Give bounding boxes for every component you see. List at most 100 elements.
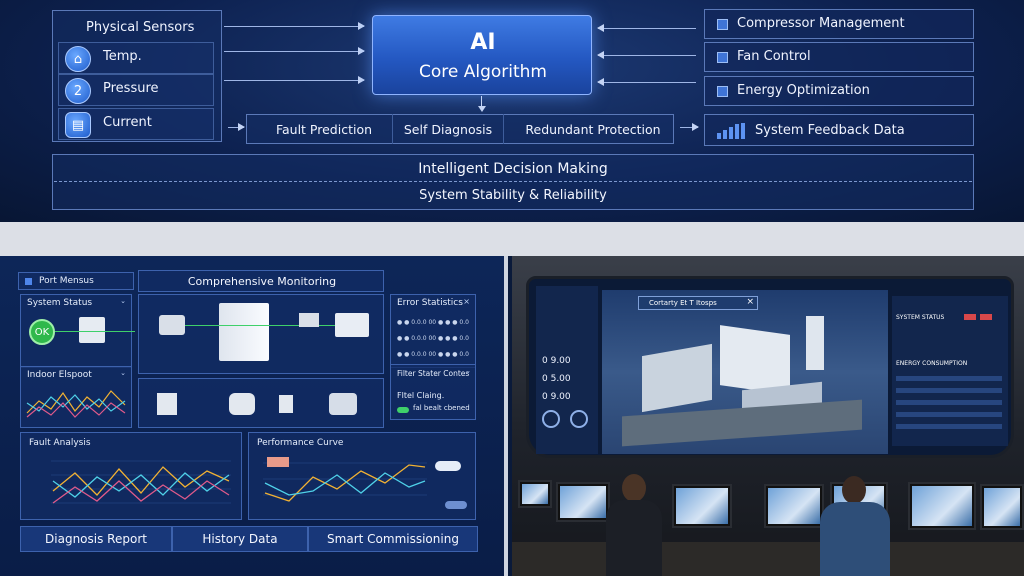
arrow-left-icon [597, 24, 696, 32]
wall-number: 0 9.00 [542, 392, 571, 402]
wall-left-panel: 0 9.00 0 5.00 0 9.00 [536, 286, 598, 454]
indoor-line-chart [26, 390, 126, 418]
status-ok-badge: OK [29, 319, 55, 345]
data-row [896, 400, 1002, 405]
status-red-indicator [980, 314, 992, 320]
ai-core-title: AI [470, 30, 496, 55]
unit-icon [229, 393, 255, 415]
building-block [720, 325, 790, 395]
close-icon[interactable]: × [746, 297, 754, 307]
chevron-down-icon[interactable]: ⌄ [120, 369, 126, 377]
performance-curve-chart [263, 457, 427, 502]
square-bullet-icon [717, 52, 728, 63]
energy-optimization-label: Energy Optimization [737, 83, 870, 98]
performance-curve-card: Performance Curve [248, 432, 476, 520]
filter-cleaning-text: Fltel Claing. [397, 391, 445, 400]
fault-analysis-title: Fault Analysis [29, 438, 91, 448]
sensor-current-label: Current [103, 115, 152, 130]
arrow-right-icon [224, 22, 365, 30]
wall-right-panel: SYSTEM STATUS ENERGY CONSUMPTION [892, 296, 1008, 446]
toggle-icon[interactable] [397, 407, 409, 413]
data-row [896, 376, 1002, 381]
tab-smart-commissioning[interactable]: Smart Commissioning [308, 526, 478, 552]
filter-button[interactable]: fal bealt cbened [413, 404, 470, 412]
bar-chart-icon [717, 123, 745, 139]
square-bullet-icon [717, 86, 728, 97]
number-two-icon: 2 [65, 78, 91, 104]
intelligent-decision-label: Intelligent Decision Making [418, 161, 608, 177]
menu-label: Port Mensus [39, 276, 94, 286]
system-status-title: System Status [27, 298, 93, 308]
operator-right [820, 476, 890, 576]
status-red-indicator [964, 314, 976, 320]
flow-line [169, 325, 359, 326]
tab-diagnosis-report[interactable]: Diagnosis Report [20, 526, 172, 552]
valve-icon [299, 313, 319, 327]
legend-pill[interactable] [435, 461, 461, 471]
chevron-down-icon[interactable]: ⌄ [465, 367, 471, 375]
sensor-current: ▤ Current [58, 108, 214, 140]
system-feedback-data-box: System Feedback Data [704, 114, 974, 146]
compressor-management-label: Compressor Management [737, 16, 905, 31]
home-icon: ⌂ [65, 46, 91, 72]
output-fan-control: Fan Control [704, 42, 974, 72]
facility-3d-view: Cortarty Et T Itosps × [602, 290, 888, 454]
output-compressor-management: Compressor Management [704, 9, 974, 39]
ai-core-algorithm-box: AI Core Algorithm [372, 15, 592, 95]
building-block [642, 343, 712, 413]
ai-architecture-diagram: Physical Sensors ⌂ Temp. 2 Pressure ▤ Cu… [0, 0, 1024, 222]
control-room-photo: 0 9.00 0 5.00 0 9.00 Cortarty Et T Itosp… [512, 256, 1024, 576]
compressor-icon [159, 315, 185, 335]
unit-icon [279, 395, 293, 413]
components-card [138, 378, 384, 428]
fan-control-label: Fan Control [737, 49, 811, 64]
menu-button[interactable]: Port Mensus [18, 272, 134, 290]
fault-prediction-label: Fault Prediction [275, 121, 373, 137]
error-statistics-title: Error Statistics [397, 298, 463, 308]
physical-sensors-title: Physical Sensors [86, 20, 195, 35]
close-icon[interactable]: × [463, 297, 470, 306]
indoor-title: Indoor Elspoot [27, 370, 92, 380]
fault-analysis-card: Fault Analysis [20, 432, 242, 520]
tab-history-data[interactable]: History Data [172, 526, 308, 552]
monitor [672, 484, 732, 528]
redundant-protection-label: Redundant Protection [525, 121, 661, 137]
self-diagnosis-label: Self Diagnosis [392, 114, 504, 144]
monitoring-dashboard: Port Mensus Comprehensive Monitoring Sys… [0, 256, 508, 576]
error-row: ● ● 0.0.0 00 ● ● ● 0.0 [397, 351, 469, 358]
scroll-handle[interactable] [445, 501, 467, 509]
outdoor-unit-icon [219, 303, 269, 361]
ai-core-subtitle: Core Algorithm [418, 62, 547, 82]
sensor-pressure-label: Pressure [103, 81, 159, 96]
monitoring-title: Comprehensive Monitoring [187, 275, 337, 288]
data-row [896, 388, 1002, 393]
indoor-chart-card: Indoor Elspoot ⌄ [20, 366, 132, 428]
popup-title: Cortarty Et T Itosps [649, 299, 717, 307]
fault-analysis-chart [51, 460, 231, 504]
arrow-right-icon [680, 123, 699, 131]
unit-icon [157, 393, 177, 415]
meter-icon: ▤ [65, 112, 91, 138]
system-status-card: System Status ⌄ OK [20, 294, 135, 368]
monitor [764, 484, 824, 528]
energy-consumption-title: ENERGY CONSUMPTION [896, 360, 968, 367]
menu-square-icon [25, 278, 32, 285]
arrow-right-icon [224, 47, 365, 55]
system-status-title: SYSTEM STATUS [896, 314, 945, 321]
divider-line [54, 181, 972, 182]
indoor-unit-icon [335, 313, 369, 337]
monitoring-header: Comprehensive Monitoring [138, 270, 384, 292]
sensor-pressure: 2 Pressure [58, 74, 214, 106]
operator-left [606, 474, 662, 576]
filter-status-title: Filter Stater Contes [397, 369, 470, 378]
wall-number: 0 5.00 [542, 374, 571, 384]
tower-block [806, 316, 824, 370]
equipment-diagram-card [138, 294, 384, 374]
error-row: ● ● 0.0.0 00 ● ● ● 0.0 [397, 319, 469, 326]
gauge-icon [570, 410, 588, 428]
data-row [896, 424, 1002, 429]
error-statistics-card: Error Statistics × ● ● 0.0.0 00 ● ● ● 0.… [390, 294, 476, 368]
status-connector-line [55, 331, 135, 332]
sensor-temp-label: Temp. [103, 49, 142, 64]
chevron-down-icon[interactable]: ⌄ [120, 297, 126, 305]
